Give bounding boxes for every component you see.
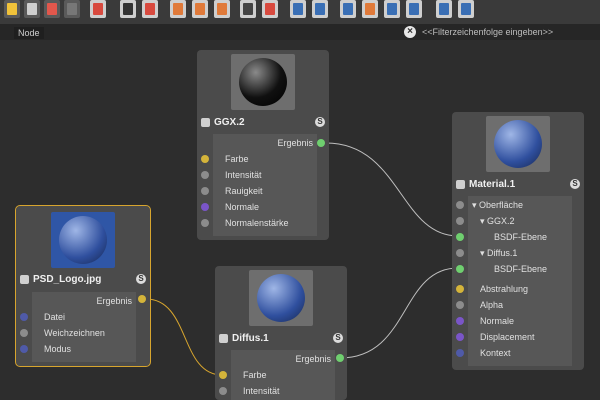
input-port[interactable]: [456, 301, 464, 309]
node-psd-logo[interactable]: PSD_Logo.jpg S Ergebnis Datei Weichzeich…: [15, 205, 151, 367]
input-port[interactable]: [20, 329, 28, 337]
input-port[interactable]: [20, 313, 28, 321]
input-port[interactable]: [456, 201, 464, 209]
input-port[interactable]: [456, 349, 464, 357]
input-port-label: Datei: [44, 312, 66, 322]
input-port-label: Normale: [480, 316, 515, 326]
wire-ggx-to-material: [325, 142, 459, 237]
input-port[interactable]: [201, 171, 209, 179]
input-port[interactable]: [456, 317, 464, 325]
node-ggx[interactable]: GGX.2 S Ergebnis Farbe Intensität Rauigk…: [197, 50, 329, 240]
layer-label[interactable]: ▾ Diffus.1: [480, 246, 517, 260]
solo-badge[interactable]: S: [570, 179, 580, 189]
solo-badge[interactable]: S: [315, 117, 325, 127]
input-port[interactable]: [201, 155, 209, 163]
input-port[interactable]: [201, 203, 209, 211]
input-port[interactable]: [456, 249, 464, 257]
input-port-label: Alpha: [480, 300, 504, 310]
input-port[interactable]: [456, 217, 464, 225]
node-title: Material.1: [469, 179, 516, 190]
input-port-label: Normalenstärke: [225, 218, 289, 228]
layer-label[interactable]: ▾ GGX.2: [480, 214, 515, 228]
input-port[interactable]: [219, 371, 227, 379]
input-port[interactable]: [456, 233, 464, 241]
section-label[interactable]: ▾ Oberfläche: [472, 198, 523, 212]
node-type-icon: [201, 118, 210, 127]
node-type-icon: [219, 334, 228, 343]
wire-diffus-to-material: [339, 267, 459, 359]
input-port-label: Modus: [44, 344, 72, 354]
input-port-label: Farbe: [225, 154, 249, 164]
input-port-label: BSDF-Ebene: [494, 264, 548, 274]
node-diffus[interactable]: Diffus.1 S Ergebnis Farbe Intensität: [215, 266, 347, 400]
port-panel: Ergebnis Farbe Intensität: [231, 350, 335, 400]
input-port[interactable]: [456, 333, 464, 341]
image-preview: [51, 212, 115, 268]
output-port-label: Ergebnis: [277, 138, 313, 148]
input-port[interactable]: [20, 345, 28, 353]
input-port-label: Displacement: [480, 332, 535, 342]
output-port[interactable]: [138, 295, 146, 303]
ggx-preview: [231, 54, 295, 110]
solo-badge[interactable]: S: [333, 333, 343, 343]
output-port[interactable]: [336, 354, 344, 362]
input-port-label: Abstrahlung: [480, 284, 529, 294]
input-port-label: BSDF-Ebene: [494, 232, 548, 242]
output-port-label: Ergebnis: [295, 354, 331, 364]
input-port[interactable]: [219, 387, 227, 395]
node-type-icon: [20, 275, 29, 284]
output-port-label: Ergebnis: [96, 296, 132, 306]
input-port-label: Rauigkeit: [225, 186, 263, 196]
input-port-label: Intensität: [225, 170, 262, 180]
input-port-label: Normale: [225, 202, 260, 212]
output-port[interactable]: [317, 139, 325, 147]
solo-badge[interactable]: S: [136, 274, 146, 284]
node-title: GGX.2: [214, 117, 245, 128]
port-panel: Ergebnis Datei Weichzeichnen Modus: [32, 292, 136, 362]
node-title: PSD_Logo.jpg: [33, 274, 102, 285]
input-port-label: Intensität: [243, 386, 280, 396]
node-type-icon: [456, 180, 465, 189]
input-port[interactable]: [456, 265, 464, 273]
material-preview: [486, 116, 550, 172]
diffus-preview: [249, 270, 313, 326]
node-title: Diffus.1: [232, 333, 269, 344]
port-panel: ▾ Oberfläche ▾ GGX.2 BSDF-Ebene ▾ Diffus…: [468, 196, 572, 366]
input-port[interactable]: [201, 219, 209, 227]
wire-psd-to-diffus: [145, 298, 223, 376]
input-port[interactable]: [201, 187, 209, 195]
port-panel: Ergebnis Farbe Intensität Rauigkeit Norm…: [213, 134, 317, 236]
input-port[interactable]: [456, 285, 464, 293]
input-port-label: Kontext: [480, 348, 511, 358]
input-port-label: Farbe: [243, 370, 267, 380]
input-port-label: Weichzeichnen: [44, 328, 105, 338]
node-material[interactable]: Material.1 S ▾ Oberfläche ▾ GGX.2 BSDF-E…: [452, 112, 584, 370]
